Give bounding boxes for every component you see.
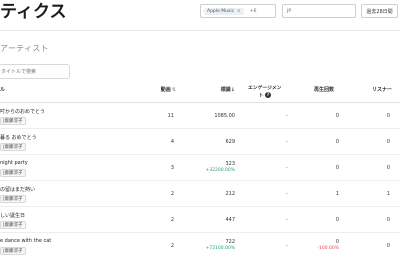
- column-header-videos-label: 動画: [160, 87, 171, 93]
- plays-change: -100.00%: [317, 246, 339, 251]
- column-header-tags[interactable]: 標識↓: [221, 86, 235, 93]
- artist-tag: |齋藤涼子: [0, 221, 26, 229]
- engagement-value: -: [286, 113, 288, 119]
- tags-count: 629: [225, 139, 235, 145]
- artist-tag: |齋藤涼子: [0, 169, 26, 177]
- period-button[interactable]: 過去28日間: [361, 4, 398, 18]
- engagement-value: -: [286, 217, 288, 223]
- plays-count: 0: [335, 217, 339, 223]
- engagement-value: -: [286, 191, 288, 197]
- listeners-count: 0: [386, 113, 390, 119]
- track-title[interactable]: 暮る おめでとう: [0, 134, 37, 141]
- listeners-count: 0: [386, 243, 390, 249]
- tags-change: +72100.00%: [205, 246, 235, 251]
- tags-count: 447: [225, 217, 235, 223]
- header-divider: [0, 30, 400, 31]
- column-header-engagement[interactable]: エンゲージメン ト ?: [248, 86, 281, 100]
- plays-cell: 0 -100.00%: [317, 239, 339, 251]
- column-header-tags-label: 標識: [220, 87, 231, 93]
- listeners-count: 0: [386, 217, 390, 223]
- plays-count: 0: [335, 239, 339, 245]
- column-header-videos[interactable]: 動画⇅: [161, 86, 176, 93]
- track-title[interactable]: night party: [0, 160, 28, 166]
- platform-more-count: +6: [249, 8, 257, 14]
- table-row[interactable]: 吋からのおめでとう |齋藤涼子 11 1085.00 - 0 0: [0, 103, 400, 129]
- tags-count: 1085.00: [214, 113, 235, 119]
- table-row[interactable]: の留はまだ熱い |齋藤涼子 2 212 - 1 1: [0, 181, 400, 207]
- table-row[interactable]: 暮る おめでとう |齋藤涼子 4 629 - 0 0: [0, 129, 400, 155]
- videos-count: 3: [170, 165, 174, 171]
- tags-count: 323: [225, 161, 235, 167]
- page-title: ティクス: [0, 2, 67, 22]
- plays-count: 1: [335, 191, 339, 197]
- artist-tag: |齋藤涼子: [0, 143, 26, 151]
- table-row[interactable]: しい誕生日 |齋藤涼子 2 447 - 0 0: [0, 207, 400, 233]
- listeners-count: 0: [386, 139, 390, 145]
- help-icon[interactable]: ?: [264, 92, 271, 98]
- platform-filter[interactable]: Apple Music × +6: [200, 4, 276, 18]
- artist-tag: |齋藤涼子: [0, 117, 26, 125]
- table-row[interactable]: night party |齋藤涼子 3 323 +32200.00% - 0 0: [0, 155, 400, 181]
- column-header-engagement-line1: エンゲージメン: [248, 86, 282, 91]
- artist-tag: |齋藤涼子: [0, 195, 26, 203]
- tags-count: 722: [225, 239, 235, 245]
- videos-count: 11: [167, 113, 174, 119]
- remove-chip-icon[interactable]: ×: [237, 9, 241, 14]
- listeners-count: 1: [386, 191, 390, 197]
- section-title: アーティスト: [0, 44, 49, 53]
- videos-count: 2: [170, 243, 174, 249]
- listeners-count: 0: [386, 165, 390, 171]
- track-title[interactable]: 吋からのおめでとう: [0, 108, 45, 115]
- videos-count: 2: [170, 191, 174, 197]
- column-header-title[interactable]: ル: [0, 86, 5, 93]
- country-value: JP: [287, 8, 292, 14]
- videos-count: 4: [170, 139, 174, 145]
- column-header-listeners[interactable]: リスナー: [372, 86, 392, 93]
- platform-chip-label: Apple Music: [207, 8, 235, 14]
- tags-cell: 323 +32200.00%: [205, 161, 235, 173]
- tags-count: 212: [225, 191, 235, 197]
- engagement-value: -: [286, 243, 288, 249]
- plays-count: 0: [335, 113, 339, 119]
- videos-count: 2: [170, 217, 174, 223]
- search-input[interactable]: [0, 64, 70, 79]
- engagement-value: -: [286, 165, 288, 171]
- tags-change: +32200.00%: [205, 168, 235, 173]
- sort-arrow-icon[interactable]: ↓: [231, 87, 235, 93]
- country-filter[interactable]: JP: [282, 4, 356, 18]
- tags-cell: 722 +72100.00%: [205, 239, 235, 251]
- plays-count: 0: [335, 165, 339, 171]
- plays-count: 0: [335, 139, 339, 145]
- sort-icon[interactable]: ⇅: [172, 87, 176, 93]
- table-row[interactable]: e dance with the cat |齋藤涼子 2 722 +72100.…: [0, 233, 400, 259]
- artist-tag: |齋藤涼子: [0, 247, 26, 255]
- platform-chip: Apple Music ×: [204, 7, 244, 15]
- track-title[interactable]: の留はまだ熱い: [0, 186, 35, 193]
- engagement-value: -: [286, 139, 288, 145]
- column-header-plays[interactable]: 再生回数: [314, 86, 334, 93]
- track-title[interactable]: しい誕生日: [0, 212, 25, 219]
- column-header-engagement-line2: ト: [258, 93, 264, 99]
- track-title[interactable]: e dance with the cat: [0, 238, 51, 244]
